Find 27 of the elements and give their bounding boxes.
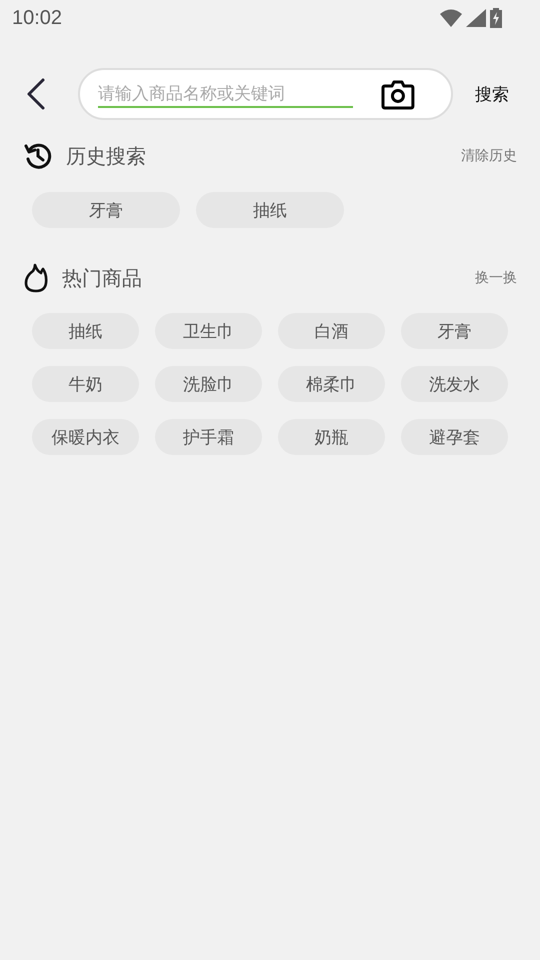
keyword-chip[interactable]: 抽纸 bbox=[196, 192, 344, 228]
flame-icon bbox=[24, 263, 48, 293]
search-button[interactable]: 搜索 bbox=[475, 82, 509, 106]
keyword-chip[interactable]: 白酒 bbox=[278, 313, 385, 349]
keyword-chip[interactable]: 棉柔巾 bbox=[278, 366, 385, 402]
keyword-chip[interactable]: 卫生巾 bbox=[155, 313, 262, 349]
section-title: 历史搜索 bbox=[66, 142, 147, 170]
keyword-chip[interactable]: 护手霜 bbox=[155, 419, 262, 455]
signal-icon bbox=[466, 9, 486, 27]
clear-history-link[interactable]: 清除历史 bbox=[461, 147, 517, 165]
search-bar[interactable]: 请输入商品名称或关键词 bbox=[78, 68, 453, 120]
keyword-chip[interactable]: 奶瓶 bbox=[278, 419, 385, 455]
keyword-chip[interactable]: 洗发水 bbox=[401, 366, 508, 402]
section-title: 热门商品 bbox=[62, 264, 143, 292]
search-field[interactable]: 请输入商品名称或关键词 bbox=[98, 80, 354, 108]
keyword-chip[interactable]: 牙膏 bbox=[32, 192, 180, 228]
keyword-chip[interactable]: 洗脸巾 bbox=[155, 366, 262, 402]
wifi-icon bbox=[440, 9, 462, 27]
history-icon bbox=[24, 142, 52, 170]
keyword-chip[interactable]: 牙膏 bbox=[401, 313, 508, 349]
battery-icon bbox=[490, 8, 502, 28]
status-time: 10:02 bbox=[12, 6, 62, 30]
keyword-chip[interactable]: 抽纸 bbox=[32, 313, 139, 349]
keyword-chip[interactable]: 牛奶 bbox=[32, 366, 139, 402]
refresh-link[interactable]: 换一换 bbox=[475, 269, 517, 287]
keyword-chip[interactable]: 保暖内衣 bbox=[32, 419, 139, 455]
keyword-chip[interactable]: 避孕套 bbox=[401, 419, 508, 455]
